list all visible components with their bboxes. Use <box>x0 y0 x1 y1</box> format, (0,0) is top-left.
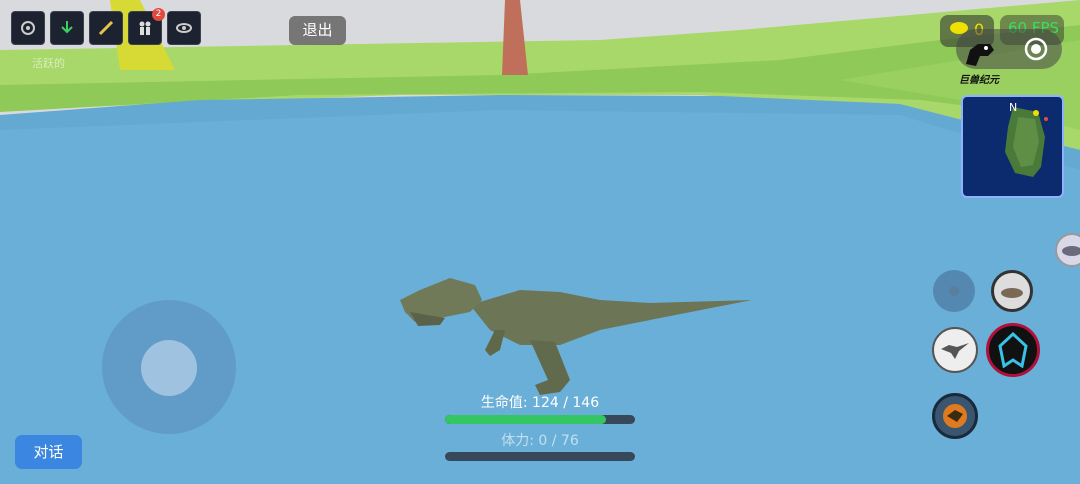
game-logo: 巨兽纪元 <box>959 75 999 86</box>
trex-icon <box>943 404 967 428</box>
stamina-label: 体力: 0 / 76 <box>501 433 579 449</box>
trex-skill-button[interactable] <box>932 393 978 439</box>
notification-badge: 2 <box>152 8 165 21</box>
target-icon[interactable] <box>1024 37 1048 61</box>
raptor-skill-button[interactable] <box>932 327 978 373</box>
health-bar <box>445 415 635 424</box>
eye-button[interactable] <box>167 11 201 45</box>
lay-down-skill-button[interactable] <box>991 270 1033 312</box>
herbivore-icon <box>1062 246 1080 256</box>
status-label: 活跃的 <box>32 57 65 70</box>
players-icon <box>139 21 151 35</box>
joystick-knob[interactable] <box>141 340 197 396</box>
bone-icon <box>98 20 114 36</box>
lay-down-icon <box>1001 288 1023 298</box>
download-icon <box>61 21 73 34</box>
game-logo-icon <box>966 44 994 66</box>
dino-head-icon <box>998 332 1028 368</box>
dino-head-skill-button[interactable] <box>986 323 1040 377</box>
exit-button[interactable]: 退出 <box>289 16 346 45</box>
bone-button[interactable] <box>89 11 123 45</box>
north-indicator: N <box>1009 101 1018 114</box>
roar-skill-button[interactable] <box>933 270 975 312</box>
eye-icon <box>176 23 192 33</box>
chat-button[interactable]: 对话 <box>15 435 82 469</box>
settings-icon <box>21 21 35 35</box>
roar-icon <box>949 286 959 296</box>
settings-button[interactable] <box>11 11 45 45</box>
health-label: 生命值: 124 / 146 <box>480 395 600 411</box>
stamina-bar <box>445 452 635 461</box>
minimap[interactable]: N <box>961 95 1064 198</box>
raptor-icon <box>941 343 969 359</box>
players-button[interactable]: 2 <box>128 8 165 45</box>
health-bar-fill <box>445 415 607 424</box>
download-button[interactable] <box>50 11 84 45</box>
